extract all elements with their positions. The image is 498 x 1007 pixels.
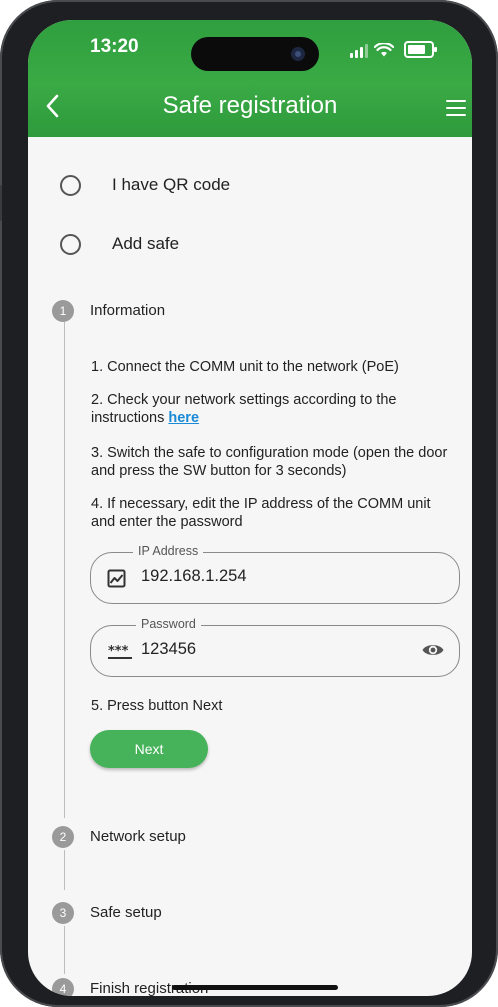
password-dots-icon: *** [108,644,132,659]
screen: 13:20 Safe registration I have QR code A… [28,20,472,996]
instructions-here-link[interactable]: here [168,410,199,426]
wifi-icon [374,43,394,57]
battery-icon [404,41,437,58]
step-connector [64,926,65,974]
page-title: Safe registration [162,92,338,119]
step-finish-registration[interactable]: 4 Finish registration [52,978,208,996]
radio-button[interactable] [60,175,81,196]
step-number-badge: 1 [52,300,74,322]
step-number-badge: 3 [52,902,74,924]
status-icons [350,38,437,58]
ip-address-input[interactable]: 192.168.1.254 [141,567,247,586]
step-number-badge: 4 [52,978,74,996]
ip-address-label: IP Address [133,544,204,558]
radio-button[interactable] [60,234,81,255]
option-add-safe[interactable]: Add safe [60,234,179,255]
svg-text:***: *** [108,644,129,659]
password-input[interactable]: 123456 [141,640,196,659]
instruction-5: 5. Press button Next [91,698,223,714]
step-label: Safe setup [90,904,162,921]
instruction-2-text: 2. Check your network settings according… [91,392,397,426]
instruction-1: 1. Connect the COMM unit to the network … [91,359,399,375]
option-qr-code[interactable]: I have QR code [60,175,230,196]
dynamic-island [191,37,319,71]
show-password-eye-icon[interactable] [421,640,445,660]
instruction-4: 4. If necessary, edit the IP address of … [91,496,431,530]
password-field[interactable]: Password *** 123456 [90,617,460,677]
password-label: Password [136,617,201,631]
instruction-3: 3. Switch the safe to configuration mode… [91,445,448,479]
step-network-setup[interactable]: 2 Network setup [52,826,186,848]
step-label: Network setup [90,828,186,845]
app-header: 13:20 Safe registration [28,20,472,137]
step-number-badge: 2 [52,826,74,848]
instruction-2: 2. Check your network settings according… [91,391,456,427]
status-time: 13:20 [90,36,139,57]
step-safe-setup[interactable]: 3 Safe setup [52,902,162,924]
next-button[interactable]: Next [90,730,208,768]
ip-address-field[interactable]: IP Address 192.168.1.254 [90,544,460,604]
step-label: Information [90,302,166,319]
step-information[interactable]: 1 Information [52,300,165,322]
hamburger-menu-icon[interactable] [446,100,466,121]
phone-frame: 13:20 Safe registration I have QR code A… [0,0,498,1007]
network-image-icon [107,569,126,588]
step-connector [64,322,65,818]
home-indicator[interactable] [172,985,338,990]
option-label: I have QR code [112,175,231,194]
step-connector [64,850,65,890]
signal-icon [350,44,368,58]
option-label: Add safe [112,234,180,253]
camera-icon [291,47,305,61]
